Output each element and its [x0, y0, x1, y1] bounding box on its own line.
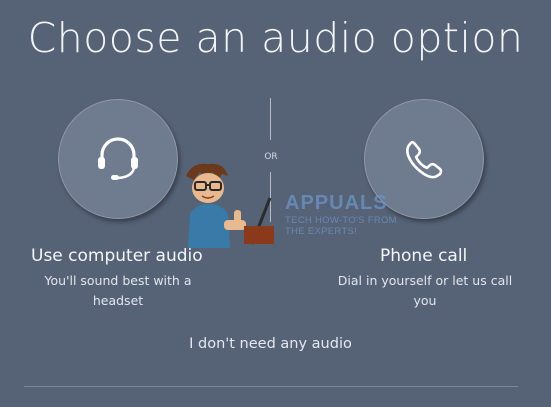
phone-call-description: Dial in yourself or let us call you — [337, 273, 513, 308]
computer-audio-label: Use computer audio — [31, 246, 203, 266]
phone-call-label: Phone call — [380, 246, 468, 266]
computer-audio-button[interactable] — [58, 99, 178, 219]
appuals-watermark-text: APPUALS TECH HOW-TO'S FROM THE EXPERTS! — [285, 192, 397, 237]
no-audio-link[interactable]: I don't need any audio — [0, 336, 541, 352]
computer-audio-description: You'll sound best with a headset — [44, 273, 192, 308]
bottom-divider — [24, 386, 518, 387]
divider-top — [270, 98, 271, 140]
headset-icon — [98, 137, 138, 180]
page-title: Choose an audio option — [27, 14, 524, 62]
phone-icon — [406, 140, 443, 179]
